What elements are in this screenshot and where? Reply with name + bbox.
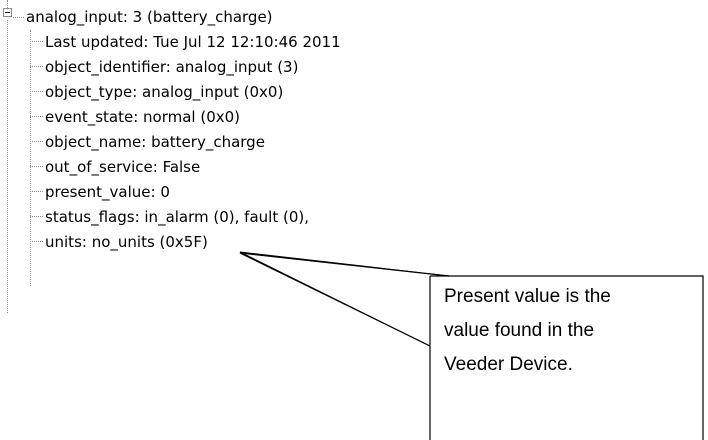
- callout-pointer-line: [239, 252, 450, 347]
- callout-line: value found in the: [444, 320, 595, 341]
- callout-text: Present value is the value found in the …: [444, 280, 700, 382]
- callout-line: Present value is the: [444, 286, 611, 307]
- callout-pointer: [239, 251, 450, 440]
- callout-line: Veeder Device.: [444, 354, 573, 375]
